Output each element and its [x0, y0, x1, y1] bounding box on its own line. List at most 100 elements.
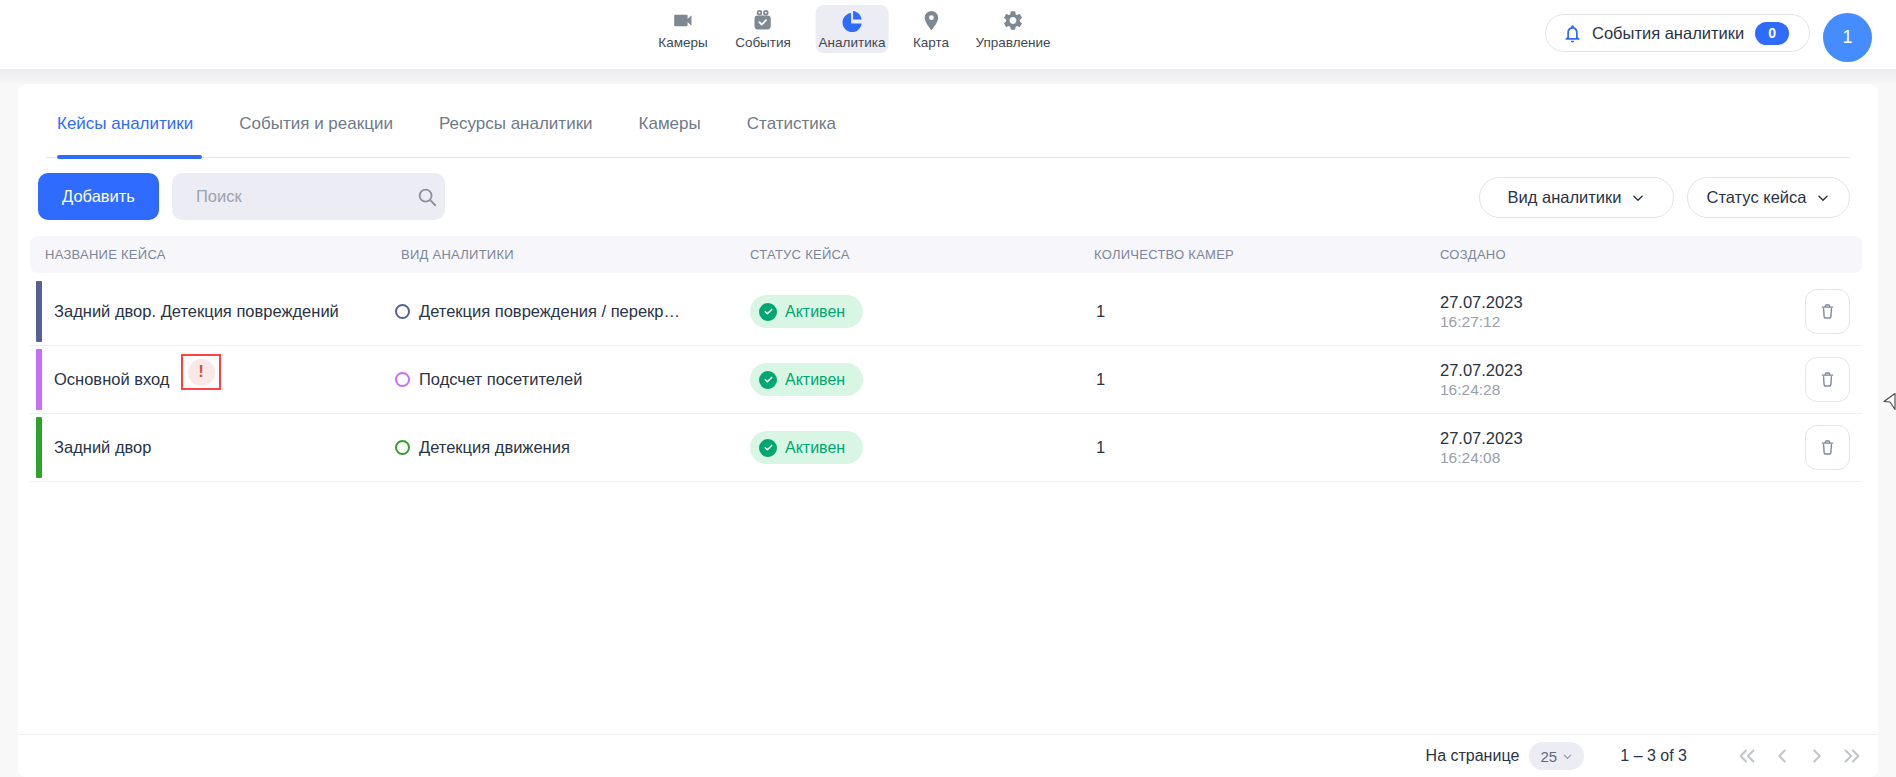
- search-box[interactable]: [172, 173, 445, 220]
- page: Камеры События Аналитика Карта Управлени…: [0, 0, 1896, 777]
- tabs: Кейсы аналитики События и реакции Ресурс…: [57, 114, 836, 134]
- table-header: НАЗВАНИЕ КЕЙСА ВИД АНАЛИТИКИ СТАТУС КЕЙС…: [30, 236, 1862, 273]
- created-date: 27.07.2023: [1440, 292, 1523, 312]
- filter-case-status-label: Статус кейса: [1707, 188, 1807, 207]
- check-icon: [759, 439, 777, 457]
- analytics-type: Подсчет посетителей: [395, 346, 583, 413]
- trash-icon: [1818, 438, 1837, 457]
- nav-item-map[interactable]: Карта: [910, 5, 952, 53]
- created-time: 16:24:28: [1440, 380, 1500, 400]
- col-header-created: СОЗДАНО: [1440, 236, 1506, 273]
- delete-button[interactable]: [1805, 357, 1850, 402]
- col-header-camera-count: КОЛИЧЕСТВО КАМЕР: [1094, 236, 1234, 273]
- next-page-button[interactable]: [1806, 745, 1828, 767]
- events-icon: [751, 9, 774, 32]
- per-page-select[interactable]: 25: [1529, 742, 1584, 770]
- case-name: Основной вход: [54, 346, 170, 413]
- nav-item-events[interactable]: События: [732, 5, 794, 53]
- search-icon: [416, 186, 438, 208]
- chevron-down-icon: [1631, 191, 1645, 205]
- status-badge: Активен: [750, 363, 863, 396]
- case-name: Задний двор: [54, 414, 151, 481]
- analytics-type: Детекция повреждения / перекр…: [395, 278, 680, 345]
- camera-count: 1: [1096, 278, 1105, 345]
- tab-analytics-resources[interactable]: Ресурсы аналитики: [439, 114, 593, 134]
- nav-item-management[interactable]: Управление: [972, 5, 1053, 53]
- status-badge: Активен: [750, 431, 863, 464]
- nav-label-analytics: Аналитика: [819, 35, 886, 50]
- per-page-label: На странице: [1426, 747, 1520, 765]
- avatar[interactable]: 1: [1823, 13, 1872, 62]
- chevron-down-icon: [1562, 751, 1573, 762]
- camera-count: 1: [1096, 346, 1105, 413]
- content-card: Кейсы аналитики События и реакции Ресурс…: [18, 84, 1878, 777]
- nav-label-events: События: [735, 35, 791, 50]
- nav-item-analytics[interactable]: Аналитика: [816, 5, 889, 53]
- table-body: Задний двор. Детекция повреждений Детекц…: [30, 278, 1862, 482]
- col-header-case-status: СТАТУС КЕЙСА: [750, 236, 850, 273]
- pagination-range: 1 – 3 of 3: [1620, 747, 1687, 765]
- created-date: 27.07.2023: [1440, 428, 1523, 448]
- filter-case-status[interactable]: Статус кейса: [1687, 177, 1850, 218]
- chevron-down-icon: [1816, 191, 1830, 205]
- delete-button[interactable]: [1805, 289, 1850, 334]
- tab-analytics-cases[interactable]: Кейсы аналитики: [57, 114, 193, 134]
- camera-icon: [672, 9, 695, 32]
- nav-label-management: Управление: [975, 35, 1050, 50]
- search-input[interactable]: [172, 187, 416, 206]
- analytics-events-button[interactable]: События аналитики 0: [1545, 14, 1810, 52]
- prev-page-button[interactable]: [1771, 745, 1793, 767]
- tab-cameras[interactable]: Камеры: [639, 114, 701, 134]
- col-header-case-name: НАЗВАНИЕ КЕЙСА: [45, 236, 166, 273]
- top-nav: Камеры События Аналитика Карта Управлени…: [0, 0, 1896, 69]
- created-cell: 27.07.2023 16:24:28: [1440, 346, 1523, 413]
- last-page-button[interactable]: [1841, 745, 1863, 767]
- row-accent-bar: [36, 349, 42, 410]
- created-cell: 27.07.2023 16:27:12: [1440, 278, 1523, 345]
- table-row[interactable]: Задний двор Детекция движения Активен 1 …: [30, 414, 1862, 482]
- case-status: Активен: [750, 346, 863, 413]
- filter-analytics-type[interactable]: Вид аналитики: [1479, 177, 1674, 218]
- pagination-bar: На странице 25 1 – 3 of 3: [18, 735, 1878, 777]
- tabs-divider: [46, 157, 1850, 158]
- alert-icon: !: [188, 359, 215, 386]
- table-row[interactable]: Задний двор. Детекция повреждений Детекц…: [30, 278, 1862, 346]
- table-row[interactable]: Основной вход ! Подсчет посетителей Акти…: [30, 346, 1862, 414]
- analytics-type-ring-icon: [395, 440, 410, 455]
- analytics-events-label: События аналитики: [1592, 24, 1744, 43]
- mouse-cursor: [1882, 392, 1896, 411]
- created-time: 16:27:12: [1440, 312, 1500, 332]
- delete-button[interactable]: [1805, 425, 1850, 470]
- row-accent-bar: [36, 281, 42, 342]
- analytics-type-ring-icon: [395, 372, 410, 387]
- add-button[interactable]: Добавить: [38, 173, 159, 220]
- nav-shadow-strip: [0, 69, 1896, 84]
- case-status: Активен: [750, 278, 863, 345]
- analytics-type: Детекция движения: [395, 414, 570, 481]
- trash-icon: [1818, 370, 1837, 389]
- case-name: Задний двор. Детекция повреждений: [54, 278, 339, 345]
- created-date: 27.07.2023: [1440, 360, 1523, 380]
- created-cell: 27.07.2023 16:24:08: [1440, 414, 1523, 481]
- analytics-icon: [840, 9, 863, 32]
- check-icon: [759, 371, 777, 389]
- map-pin-icon: [920, 9, 943, 32]
- analytics-type-ring-icon: [395, 304, 410, 319]
- row-accent-bar: [36, 417, 42, 478]
- nav-label-management-map: Карта: [913, 35, 949, 50]
- per-page-value: 25: [1540, 748, 1557, 765]
- check-icon: [759, 303, 777, 321]
- first-page-button[interactable]: [1736, 745, 1758, 767]
- alert-highlight-box: !: [181, 354, 221, 390]
- case-status: Активен: [750, 414, 863, 481]
- trash-icon: [1818, 302, 1837, 321]
- tab-events-reactions[interactable]: События и реакции: [239, 114, 393, 134]
- nav-item-cameras[interactable]: Камеры: [655, 5, 710, 53]
- bell-icon: [1562, 23, 1583, 44]
- nav-label-cameras: Камеры: [658, 35, 707, 50]
- status-badge: Активен: [750, 295, 863, 328]
- created-time: 16:24:08: [1440, 448, 1500, 468]
- events-count-badge: 0: [1755, 22, 1789, 45]
- filter-analytics-type-label: Вид аналитики: [1508, 188, 1622, 207]
- tab-statistics[interactable]: Статистика: [747, 114, 836, 134]
